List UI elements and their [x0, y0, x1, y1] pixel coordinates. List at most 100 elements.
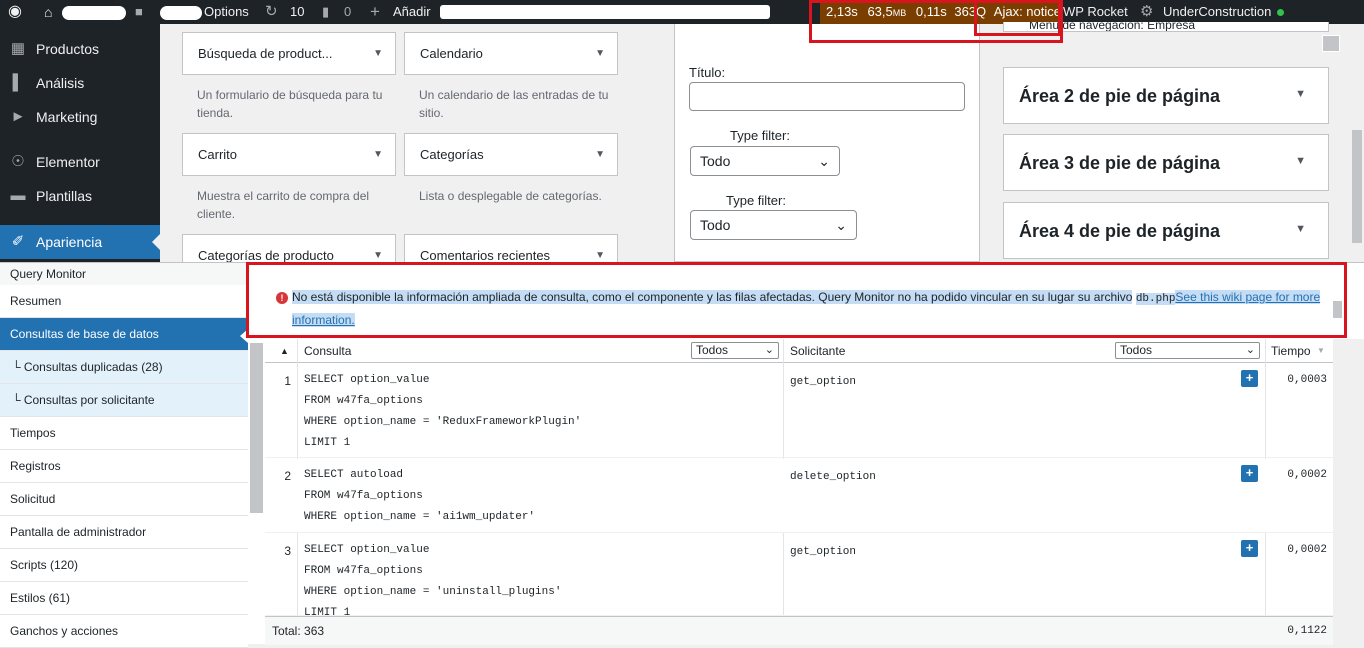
sql-line: SELECT option_value [304, 374, 430, 386]
wp-rocket-link[interactable]: WP Rocket [1063, 0, 1128, 24]
widget-description: Un formulario de búsqueda para tu tienda… [197, 88, 383, 120]
qm-nav-scrollbar[interactable] [250, 343, 263, 513]
title-input[interactable] [689, 82, 965, 111]
expand-button[interactable]: + [1241, 540, 1258, 557]
admin-side-menu: ▦ Productos ▌ Análisis ► Marketing ☉ Element… [0, 24, 160, 262]
qm-nav-item[interactable]: Scripts (120) [0, 549, 248, 582]
redacted-bar [440, 5, 770, 19]
paintbrush-icon: ✐ [11, 233, 25, 250]
avatar[interactable] [1322, 35, 1340, 52]
menu-item-marketing[interactable]: ► Marketing [0, 100, 160, 134]
widget-title: Categorías [420, 147, 484, 162]
active-pointer [152, 234, 160, 250]
home-icon[interactable]: ⌂ [44, 0, 52, 24]
sql-statement: SELECT option_value FROM w47fa_options WHE… [304, 370, 581, 454]
query-monitor-panel: Query Monitor Resumen Consultas de base … [0, 262, 1364, 648]
widget-description: Un calendario de las entradas de tu siti… [419, 88, 609, 120]
expand-button[interactable]: + [1241, 370, 1258, 387]
add-new-link[interactable]: Añadir [393, 0, 431, 24]
qm-db-time: 0,11s [915, 4, 947, 19]
query-monitor-bar[interactable]: 2,13s 63,5MB 0,11s 363Q Ajax: notice [820, 0, 1060, 24]
filter1-label: Type filter: [730, 128, 790, 143]
widget-calendar[interactable]: Calendario ▼ [404, 32, 618, 75]
sql-line: FROM w47fa_options [304, 395, 423, 407]
menu-item-apariencia[interactable]: ✐ Apariencia [0, 225, 160, 259]
qm-nav-item[interactable]: Pantalla de administrador [0, 516, 248, 549]
notice-scrollbar[interactable] [1333, 301, 1342, 318]
qm-gutter [1333, 339, 1364, 645]
sort-up-icon[interactable]: ▲ [280, 339, 289, 363]
comments-count[interactable]: 0 [344, 0, 351, 24]
qm-nav-item[interactable]: Solicitud [0, 483, 248, 516]
page-scrollbar[interactable] [1352, 130, 1362, 243]
sql-line: SELECT option_value [304, 544, 430, 556]
qm-memory-unit: MB [892, 8, 907, 18]
area-title: Área 2 de pie de página [1019, 86, 1221, 106]
widget-recent-comments[interactable]: Comentarios recientes ▼ [404, 234, 618, 262]
footer-area-4[interactable]: Área 4 de pie de página ▼ [1003, 202, 1329, 259]
menu-item-elementor[interactable]: ☉ Elementor [0, 145, 160, 179]
redacted-text [160, 6, 202, 20]
qm-memory: 63,5 [867, 4, 893, 19]
widget-title: Calendario [420, 46, 483, 61]
query-time: 0,0002 [1287, 469, 1327, 481]
ajax-notice[interactable]: Ajax: notice [994, 4, 1060, 19]
sort-down-icon[interactable]: ▼ [1317, 339, 1325, 363]
notice-file: db.php [1135, 293, 1176, 305]
col-caller: Solicitante [790, 344, 846, 358]
menu-item-analisis[interactable]: ▌ Análisis [0, 66, 160, 100]
widget-settings-panel: Título: Type filter: Todo ⌄ Type filter: … [666, 24, 988, 262]
menu-item-label: Análisis [36, 75, 85, 91]
area-partial[interactable]: Menú de navegación: Empresa [1003, 22, 1329, 32]
gear-icon: ⚙ [1140, 3, 1154, 20]
footer-area-3[interactable]: Área 3 de pie de página ▼ [1003, 134, 1329, 191]
qm-nav-item[interactable]: Ganchos y acciones [0, 615, 248, 648]
query-time: 0,0003 [1287, 374, 1327, 386]
qm-nav-item[interactable]: Tiempos [0, 417, 248, 450]
footer-area-2[interactable]: Área 2 de pie de página ▼ [1003, 67, 1329, 124]
title-label: Título: [689, 65, 726, 80]
qm-nav-item[interactable]: └ Consultas duplicadas (28) [0, 351, 248, 384]
qm-nav-item[interactable]: Registros [0, 450, 248, 483]
wordpress-logo-icon[interactable]: ◉ [8, 0, 22, 24]
caller: get_option [790, 376, 857, 388]
widget-cart[interactable]: Carrito ▼ [182, 133, 396, 176]
options-link[interactable]: Options [204, 0, 249, 24]
type-filter-select-2[interactable]: Todo ⌄ [690, 210, 857, 240]
caller: get_option [790, 546, 857, 558]
qm-nav-item[interactable]: Estilos (61) [0, 582, 248, 615]
caret-down-icon: ▼ [595, 250, 605, 261]
total-count: Total: 363 [272, 624, 325, 638]
sql-line: FROM w47fa_options [304, 490, 423, 502]
caret-down-icon: ▼ [373, 48, 383, 59]
sql-line: WHERE option_name = 'ai1wm_updater' [304, 511, 536, 523]
filter-value: Todos [1120, 343, 1153, 357]
total-time: 0,1122 [1287, 625, 1327, 637]
widget-categories[interactable]: Categorías ▼ [404, 133, 618, 176]
caret-down-icon: ▼ [373, 149, 383, 160]
qm-db-queries: ! No está disponible la información ampl… [265, 263, 1342, 645]
table-row: 2 SELECT autoload FROM w47fa_options WHERE… [265, 459, 1333, 533]
expand-button[interactable]: + [1241, 465, 1258, 482]
updates-count[interactable]: 10 [290, 0, 304, 24]
qm-nav-item[interactable]: Resumen [0, 285, 248, 318]
area-title: Área 3 de pie de página [1019, 153, 1221, 173]
type-filter-select-1[interactable]: Todo ⌄ [690, 146, 840, 176]
menu-item-productos[interactable]: ▦ Productos [0, 32, 160, 66]
col-query: Consulta [304, 344, 352, 358]
under-construction-link[interactable]: UnderConstruction [1163, 0, 1271, 24]
query-filter-select[interactable]: Todos ⌄ [691, 342, 779, 359]
table-row: 1 SELECT option_value FROM w47fa_options W… [265, 364, 1333, 458]
table-header: ▲ Consulta Todos ⌄ Solicitante Todos ⌄ Tie… [265, 339, 1333, 363]
sql-line: WHERE option_name = 'ReduxFrameworkPlugi… [304, 416, 582, 428]
menu-item-label: Marketing [36, 109, 98, 125]
widget-product-search[interactable]: Búsqueda de product... ▼ [182, 32, 396, 75]
folder-icon: ■ [135, 4, 143, 19]
widget-product-categories[interactable]: Categorías de producto ▼ [182, 234, 396, 262]
status-dot-icon [1277, 9, 1284, 16]
menu-item-plantillas[interactable]: ▬ Plantillas [0, 179, 160, 213]
caller-filter-select[interactable]: Todos ⌄ [1115, 342, 1260, 359]
qm-nav-item[interactable]: └ Consultas por solicitante [0, 384, 248, 417]
qm-nav-item-selected[interactable]: Consultas de base de datos [0, 318, 248, 351]
available-widgets: Búsqueda de product... ▼ Calendario ▼ Un f… [160, 24, 666, 262]
